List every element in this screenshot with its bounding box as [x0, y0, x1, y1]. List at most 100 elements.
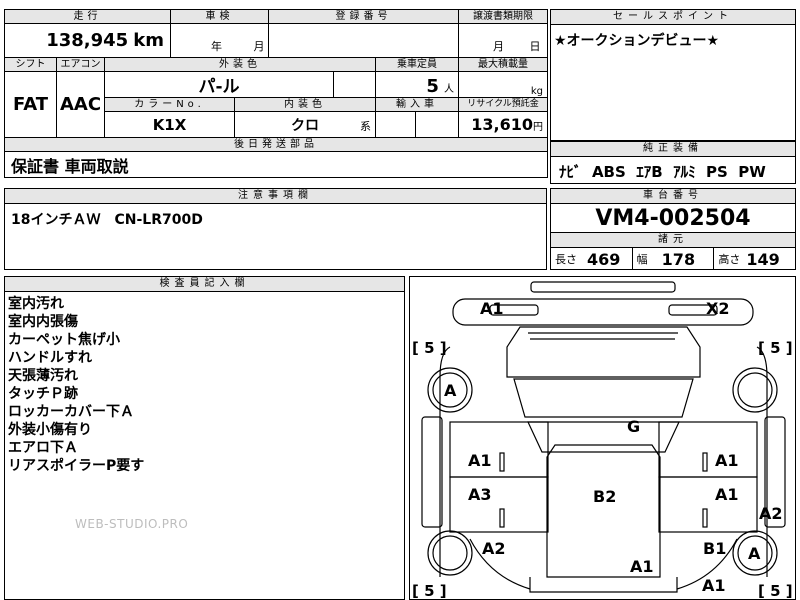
equipment-box: 純正装備 ﾅﾋﾞ ABS ｴｱB ｱﾙﾐ PS PW: [550, 141, 796, 184]
vehicle-info-table: 走行 車検 登録番号 譲渡書類期限 138,945 km 年 月 月 日 シフト…: [3, 9, 549, 178]
mileage-value: 138,945: [46, 30, 129, 51]
color-no-label: カラーNo.: [103, 97, 236, 112]
mark-right-front-door: A1: [715, 451, 739, 470]
interior-label: 内装色: [234, 97, 377, 112]
width-value: 178: [661, 249, 696, 269]
length-value: 469: [587, 249, 621, 269]
inspector-line: 外装小傷有り: [8, 422, 92, 438]
height-cell: 高さ 149: [714, 248, 795, 270]
sales-point-box: セールスポイント ★オークションデビュー★: [550, 9, 796, 141]
transfer-month-unit: 月: [493, 40, 505, 53]
inspection-month-unit: 月: [253, 40, 265, 53]
inspector-line: ハンドルすれ: [8, 350, 92, 366]
capacity-value: 5: [426, 76, 439, 97]
equipment-label: 純正装備: [551, 142, 795, 157]
inspection-year-unit: 年: [211, 40, 223, 53]
tire-bracket-front-left: [ 5 ]: [412, 339, 447, 357]
recycle-label: リサイクル預託金: [458, 97, 549, 112]
inspector-line: エアロ下Ａ: [8, 440, 78, 456]
recycle-unit: 円: [533, 122, 544, 133]
interior-cell: クロ 系: [234, 111, 377, 138]
sales-point-label: セールスポイント: [551, 10, 795, 25]
inspector-line: ロッカーカバー下Ａ: [8, 404, 134, 420]
length-label: 長さ: [555, 253, 577, 266]
ac-value: AAC: [56, 71, 105, 138]
max-load-label: 最大積載量: [458, 57, 549, 72]
mileage-label: 走行: [3, 9, 172, 24]
height-value: 149: [746, 249, 780, 269]
tire-bracket-rear-left: [ 5 ]: [412, 582, 447, 600]
mileage-unit: km: [133, 30, 165, 51]
equipment-text: ﾅﾋﾞ ABS ｴｱB ｱﾙﾐ PS PW: [559, 163, 766, 181]
mark-rear-right: A1: [702, 576, 726, 595]
dimensions-label: 諸元: [551, 233, 795, 248]
mark-roof: B2: [593, 487, 617, 506]
mark-front-right: X2: [706, 299, 730, 318]
interior-value: クロ: [291, 117, 320, 134]
exterior-color-label: 外装色: [103, 57, 377, 72]
width-label: 幅: [636, 253, 648, 266]
capacity-cell: 5 人: [375, 71, 460, 98]
inspection-label: 車検: [170, 9, 270, 24]
inspector-line: 室内内張傷: [8, 314, 78, 330]
watermark: WEB-STUDIO.PRO: [75, 517, 189, 531]
color-no-value: K1X: [103, 111, 236, 138]
mark-left-rear-fender: A2: [482, 539, 506, 558]
inspector-line: 室内汚れ: [8, 296, 64, 312]
interior-suffix: 系: [360, 120, 372, 133]
chassis-box: 車台番号 VM4-002504 諸元 長さ 469 幅 178 高さ 149: [550, 188, 796, 270]
mark-trunk: A1: [630, 557, 654, 576]
notes-value: 18インチＡＷ CN-LR700D: [11, 212, 203, 228]
registration-label: 登録番号: [268, 9, 460, 24]
mark-left-rear-door: A3: [468, 485, 492, 504]
notes-box: 注意事項欄 18インチＡＷ CN-LR700D: [4, 188, 547, 270]
transfer-day-unit: 日: [529, 40, 541, 53]
inspector-line: カーペット焦げ小: [8, 332, 120, 348]
length-cell: 長さ 469: [551, 248, 633, 270]
exterior-color-extra: [333, 71, 377, 98]
registration-value: [268, 23, 460, 58]
inspector-lines: 室内汚れ室内内張傷カーペット焦げ小 ハンドルすれ 天張薄汚れタッチＰ跡ロッカーカバー…: [5, 292, 404, 478]
inspector-label: 検査員記入欄: [5, 277, 404, 292]
later-parts-value: 保証書 車両取説: [3, 151, 549, 178]
inspector-line: タッチＰ跡: [8, 386, 78, 402]
mark-front-left: A1: [480, 299, 504, 318]
recycle-value: 13,610: [471, 115, 534, 134]
recycle-cell: 13,610円: [458, 111, 549, 138]
mark-right-rear-side: A2: [759, 504, 783, 523]
mark-left-front-door: A1: [468, 451, 492, 470]
dimensions-row: 長さ 469 幅 178 高さ 149: [551, 248, 795, 270]
width-cell: 幅 178: [633, 248, 715, 270]
tire-bracket-front-right: [ 5 ]: [758, 339, 793, 357]
import-label: 輸入車: [375, 97, 460, 112]
inspector-line: 天張薄汚れ: [8, 368, 78, 384]
ac-label: エアコン: [56, 57, 105, 72]
car-diagram: [421, 281, 786, 593]
import-cell-b: [415, 111, 460, 138]
shift-label: シフト: [4, 57, 57, 72]
mark-hood: G: [627, 417, 641, 436]
chassis-label: 車台番号: [551, 189, 795, 204]
shift-value: FAT: [4, 71, 57, 138]
max-load-unit: kg: [458, 71, 549, 98]
later-parts-label: 後日発送部品: [3, 137, 549, 152]
height-label: 高さ: [718, 253, 741, 266]
import-cell-a: [375, 111, 417, 138]
tire-bracket-rear-right: [ 5 ]: [758, 582, 793, 600]
mark-right-rear-wheel: A: [748, 544, 761, 563]
notes-label: 注意事項欄: [5, 189, 546, 204]
transfer-cell: 月 日: [458, 23, 549, 58]
mark-right-rear-door: A1: [715, 485, 739, 504]
exterior-color-value: パ-ル: [103, 71, 335, 98]
inspector-line: リアスポイラーP要す: [8, 458, 145, 474]
mark-left-front-wheel: A: [444, 381, 457, 400]
inspector-box: 検査員記入欄 室内汚れ室内内張傷カーペット焦げ小 ハンドルすれ 天張薄汚れタッチＰ跡…: [4, 276, 405, 600]
damage-map-box: A1 X2 [ 5 ] [ 5 ] A G A1 A1 A3 A1 B2 A2 …: [409, 276, 796, 600]
mark-right-rear-fender: B1: [703, 539, 727, 558]
chassis-value: VM4-002504: [551, 204, 795, 233]
transfer-deadline-label: 譲渡書類期限: [458, 9, 549, 24]
sales-point-text: ★オークションデビュー★: [554, 33, 720, 49]
capacity-label: 乗車定員: [375, 57, 460, 72]
mileage-cell: 138,945 km: [3, 23, 172, 58]
capacity-unit: 人: [444, 84, 455, 95]
